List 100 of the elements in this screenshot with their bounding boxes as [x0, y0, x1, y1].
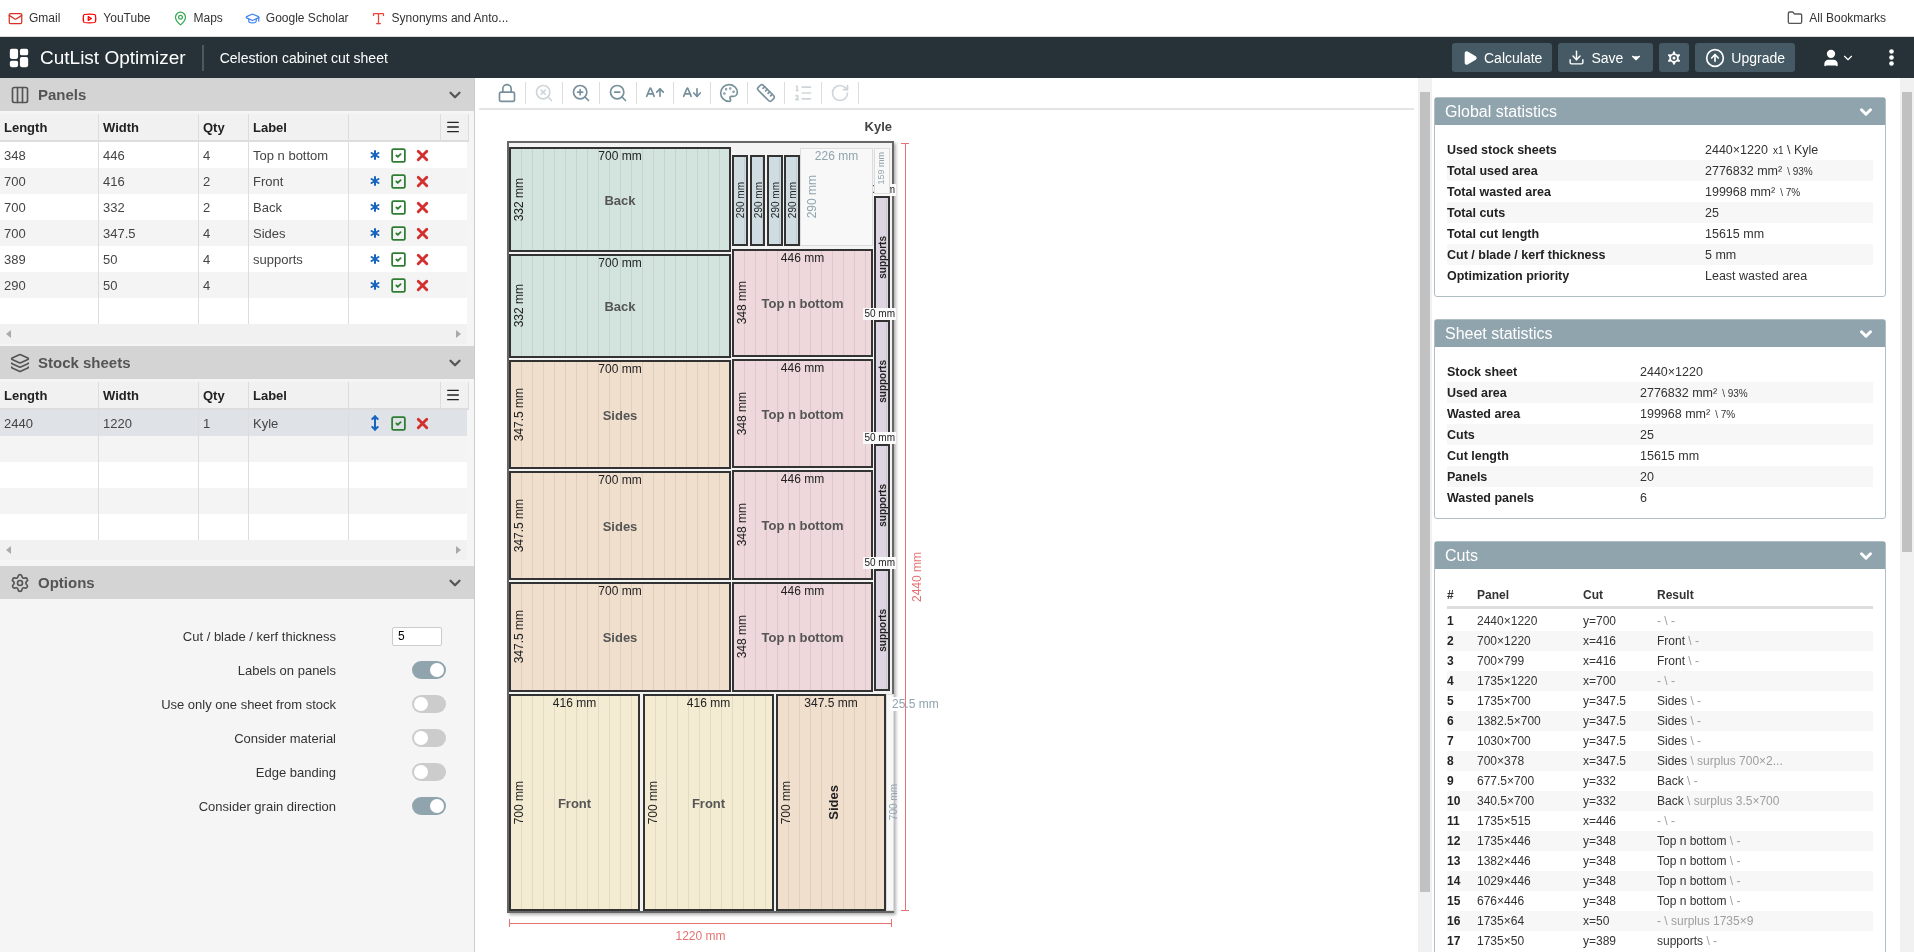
height-label: 347.5 mm	[512, 498, 526, 553]
check-square-icon[interactable]	[390, 172, 407, 190]
scroll-right-icon[interactable]	[456, 330, 461, 338]
table-cell-text: 16	[1447, 914, 1462, 928]
dimension-label: 1220 mm	[674, 929, 727, 943]
table-cell-text: y=348	[1583, 874, 1618, 888]
stat-value: Least wasted area	[1705, 268, 1809, 283]
width-label: 446 mm	[779, 584, 826, 598]
project-title: Celestion cabinet cut sheet	[219, 49, 388, 66]
toggle-switch[interactable]	[412, 729, 446, 747]
zoom-in-icon	[571, 83, 591, 103]
sheet-label: Kyle	[864, 119, 892, 134]
bookmarks-folder[interactable]: All Bookmarks	[1787, 10, 1886, 26]
height-label: 159 mm	[876, 152, 886, 185]
height-label: 332 mm	[512, 284, 526, 328]
scroll-right-icon[interactable]	[456, 546, 461, 554]
column-header: Label	[249, 114, 349, 142]
stat-label: Cut length	[1447, 448, 1510, 463]
arrow-up-circle-icon	[1705, 47, 1726, 68]
section-header[interactable]: Panels	[0, 78, 474, 111]
table-cell-text: 5	[1447, 694, 1455, 708]
column-header: Length	[0, 382, 99, 410]
section-title: Stock sheets	[38, 354, 131, 371]
stat-label: Stock sheet	[1447, 364, 1519, 379]
table-cell-text: 1735×515	[1477, 814, 1532, 828]
table-cell-text: 1735×50	[1477, 934, 1526, 948]
check-square-icon[interactable]	[390, 250, 407, 268]
height-label: 700 mm	[888, 784, 899, 821]
settings-button[interactable]	[1659, 43, 1690, 72]
column-header: Qty	[199, 382, 249, 410]
mail-icon	[8, 10, 23, 26]
check-square-icon[interactable]	[390, 224, 407, 242]
table-cell-text: y=347.5	[1583, 714, 1628, 728]
stat-value: 6	[1640, 490, 1648, 505]
toggle-switch[interactable]	[412, 797, 446, 815]
width-label: 416 mm	[551, 696, 598, 710]
width-label: 446 mm	[779, 472, 826, 486]
save-button[interactable]: Save	[1558, 43, 1654, 72]
stat-value: 5 mm	[1705, 247, 1738, 262]
height-label: 700 mm	[512, 780, 526, 825]
table-cell-text: 12	[1447, 834, 1462, 848]
bookmark-link[interactable]: Google Scholar	[244, 10, 349, 26]
stat-label: Wasted area	[1447, 406, 1522, 421]
table-cell-text: 7	[1447, 734, 1455, 748]
column-header: Qty	[199, 114, 249, 142]
scroll-left-icon[interactable]	[6, 330, 11, 338]
height-label: 348 mm	[735, 281, 749, 325]
number-field[interactable]: 5	[392, 626, 442, 646]
bookmark-link[interactable]: Gmail	[8, 10, 61, 26]
check-square-icon[interactable]	[390, 276, 407, 294]
menu-icon[interactable]	[445, 119, 461, 135]
stat-label: Cut / blade / kerf thickness	[1447, 247, 1607, 262]
table-cell-text: 1735×1220	[1477, 674, 1539, 688]
check-square-icon[interactable]	[390, 198, 407, 216]
table-cell-text: - \ surplus 1735×9	[1657, 914, 1755, 928]
stat-value: 2440×1220 x1 \ Kyle	[1705, 142, 1820, 157]
width-label: 700 mm	[597, 256, 643, 270]
check-square-icon[interactable]	[390, 146, 407, 164]
column-header: Length	[0, 114, 99, 142]
section-header[interactable]: Options	[0, 566, 474, 599]
bookmark-link[interactable]: Maps	[172, 10, 223, 26]
toggle-switch[interactable]	[412, 661, 446, 679]
table-cell-text: y=348	[1583, 894, 1618, 908]
table-cell-text: Sides \ -	[1657, 734, 1703, 748]
lock-icon	[497, 83, 517, 103]
toggle-switch[interactable]	[412, 695, 446, 713]
column-header: Label	[249, 382, 349, 410]
calculate-button[interactable]: Calculate	[1452, 43, 1553, 72]
stat-value: 2440×1220	[1640, 364, 1704, 379]
section-header[interactable]: Stock sheets	[0, 346, 474, 379]
scrollbar[interactable]	[1900, 78, 1914, 952]
toggle-switch[interactable]	[412, 763, 446, 781]
stat-label: Total wasted area	[1447, 184, 1552, 199]
menu-icon[interactable]	[445, 387, 461, 403]
table-cell-text: 9	[1447, 774, 1455, 788]
table-cell-text: y=332	[1583, 794, 1618, 808]
card-title: Global statistics	[1445, 102, 1558, 121]
stat-value: 15615 mm	[1705, 226, 1766, 241]
width-label: 700 mm	[597, 473, 643, 487]
dimension-label: 2440 mm	[910, 552, 924, 603]
table-cell-text: 1735×64	[1477, 914, 1526, 928]
upgrade-button[interactable]: Upgrade	[1695, 43, 1795, 72]
stat-value: 25	[1640, 427, 1655, 442]
stock-row[interactable]: 2440 1220 1 Kyle	[0, 410, 467, 436]
bookmark-link[interactable]: YouTube	[82, 10, 151, 26]
width-label: 700 mm	[597, 362, 643, 376]
ruler-icon	[756, 83, 776, 103]
kebab-menu-icon	[1889, 49, 1894, 66]
card-title: Sheet statistics	[1445, 324, 1553, 343]
table-cell-text: Top n bottom \ -	[1657, 894, 1742, 908]
table-cell-text: 700×799	[1477, 654, 1526, 668]
bookmark-link[interactable]: Synonyms and Anto...	[370, 10, 509, 26]
table-cell-text: x=50	[1583, 914, 1611, 928]
table-cell-text: 1382.5×700	[1477, 714, 1542, 728]
scrollbar[interactable]	[1418, 78, 1432, 952]
letter-icon	[370, 10, 386, 26]
check-square-icon[interactable]	[390, 414, 407, 432]
option-label: Use only one sheet from stock	[160, 696, 336, 712]
scroll-left-icon[interactable]	[6, 546, 11, 554]
table-cell-text: y=347.5	[1583, 734, 1628, 748]
